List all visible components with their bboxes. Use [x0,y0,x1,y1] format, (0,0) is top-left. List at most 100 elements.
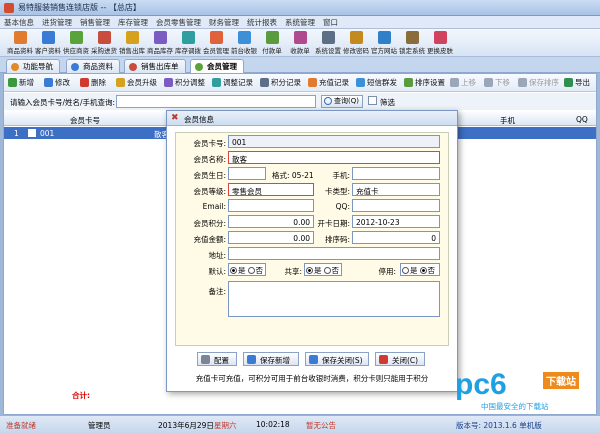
toolbar-button[interactable]: 官方网站 [370,29,398,57]
toolbar-button[interactable]: 采购进货 [90,29,118,57]
radio-checked-icon [419,267,427,274]
compass-icon [11,63,19,71]
search-input[interactable] [116,95,316,108]
toolbar-button-label: 客户资料 [35,47,61,55]
row-number: 1 [14,129,19,138]
member-level-field[interactable]: 零售会员 [228,183,314,196]
toolbar-button[interactable]: 库存调拨 [174,29,202,57]
config-button[interactable]: 配置 [197,352,237,366]
card-number-field[interactable]: 001 [228,135,440,148]
edit-button[interactable]: 修改 [44,77,70,88]
toolbar-button[interactable]: 会员管理 [202,29,230,57]
toolbar-button[interactable]: 锁定系统 [398,29,426,57]
toolbar-button[interactable]: 更换皮肤 [426,29,454,57]
menu-item[interactable]: 进货管理 [38,16,76,29]
menu-item[interactable]: 销售管理 [76,16,114,29]
label-name: 会员名称: [193,155,226,164]
menu-item[interactable]: 统计报表 [243,16,281,29]
points-field[interactable]: 0.00 [228,215,314,228]
status-bar: 准备就绪 管理员 2013年6月29日 星期六 10:02:18 暂无公告 版本… [0,415,600,434]
tab-goods[interactable]: 商品资料 [66,59,120,73]
title-bar: 易特服装销售连锁店版 -- 【总店】 [0,0,600,16]
sort-code-field[interactable]: 0 [352,231,440,244]
toolbar-button[interactable]: 付款单 [258,29,286,57]
open-date-field[interactable]: 2012-10-23 [352,215,440,228]
card-type-field[interactable]: 充值卡 [352,183,440,196]
birthday-field[interactable] [228,167,266,180]
toolbar-button[interactable]: 销售出库 [118,29,146,57]
status-version: 版本号: 2013.1.6 单机版 [456,421,542,430]
menu-item[interactable]: 窗口 [319,16,342,29]
menu-item[interactable]: 基本信息 [0,16,38,29]
label-share: 共享: [284,267,302,276]
share-radio[interactable]: 是否 [304,265,339,276]
email-field[interactable] [228,199,314,212]
tab-function-nav[interactable]: 功能导航 [6,59,60,73]
search-label: 请输入会员卡号/姓名/手机查询: [10,98,116,107]
toolbar-button[interactable]: 客户资料 [34,29,62,57]
toolbar-button[interactable]: 商品资料 [6,29,34,57]
add-button[interactable]: 新增 [8,77,34,88]
toolbar-button[interactable]: 修改密码 [342,29,370,57]
toolbar-button-label: 采购进货 [91,47,117,55]
sort-settings-button[interactable]: 排序设置 [404,77,445,88]
birthday-format-hint: 格式: 05-21 [272,171,314,180]
watermark-brand: pc6 [455,368,507,401]
query-button[interactable]: 查询(Q) [321,95,363,108]
tab-member-management[interactable]: 会员管理 [190,59,244,74]
customer-icon [41,31,55,44]
member-icon [209,31,223,44]
column-header-qq[interactable]: QQ [576,115,588,124]
filter-checkbox[interactable] [368,96,377,105]
tab-sales-out[interactable]: 销售出库单 [124,59,186,73]
save-icon [247,355,256,364]
move-down-button[interactable]: 下移 [484,77,510,88]
label-recharge: 充值金额: [193,235,226,244]
toolbar-button-label: 锁定系统 [399,47,425,55]
export-button[interactable]: 导出 [564,77,590,88]
sales-icon [129,63,137,71]
points-adjust-button[interactable]: 积分调整 [164,77,205,88]
address-field[interactable] [228,247,440,260]
mobile-field[interactable] [352,167,440,180]
toolbar-button[interactable]: 前台收银 [230,29,258,57]
default-radio[interactable]: 是否 [228,265,263,276]
toolbar-button-label: 商品库存 [147,47,173,55]
menu-item[interactable]: 系统管理 [281,16,319,29]
lock-icon [405,31,419,44]
row-checkbox[interactable] [28,129,36,137]
disabled-radio[interactable]: 是否 [400,265,435,276]
close-icon[interactable]: ✖ [171,113,179,123]
payment-icon [265,31,279,44]
save-new-button[interactable]: 保存新增 [243,352,299,366]
menu-item[interactable]: 会员零售管理 [152,16,205,29]
points-record-button[interactable]: 积分记录 [260,77,301,88]
save-sort-button[interactable]: 保存排序 [518,77,559,88]
close-button[interactable]: 关闭(C) [375,352,425,366]
label-remark: 备注: [208,287,226,296]
menu-item[interactable]: 库存管理 [114,16,152,29]
toolbar-button[interactable]: 收款单 [286,29,314,57]
sms-icon [356,78,365,87]
member-info-dialog: ✖ 会员信息 会员卡号: 001 会员名称: 散客 会员生日: 格式: 05-2… [166,110,458,392]
remark-field[interactable] [228,281,440,317]
move-up-button[interactable]: 上移 [450,77,476,88]
column-header-card[interactable]: 会员卡号 [70,115,100,126]
delete-button[interactable]: 删除 [80,77,106,88]
adjust-record-button[interactable]: 调整记录 [212,77,253,88]
member-upgrade-button[interactable]: 会员升级 [116,77,157,88]
column-header-mobile[interactable]: 手机 [500,115,515,126]
menu-item[interactable]: 财务管理 [205,16,243,29]
toolbar-button[interactable]: 供应商资料 [62,29,90,65]
save-close-button[interactable]: 保存关闭(S) [305,352,369,366]
recharge-record-button[interactable]: 充值记录 [308,77,349,88]
member-name-field[interactable]: 散客 [228,151,440,164]
toolbar-button[interactable]: 商品库存 [146,29,174,57]
tab-bar: 功能导航 商品资料 销售出库单 会员管理 [0,57,600,74]
sms-broadcast-button[interactable]: 短信群发 [356,77,397,88]
dialog-title: 会员信息 [184,115,214,124]
qq-field[interactable] [352,199,440,212]
toolbar-button[interactable]: 系统设置 [314,29,342,57]
settings-icon [321,31,335,44]
recharge-amount-field[interactable]: 0.00 [228,231,314,244]
